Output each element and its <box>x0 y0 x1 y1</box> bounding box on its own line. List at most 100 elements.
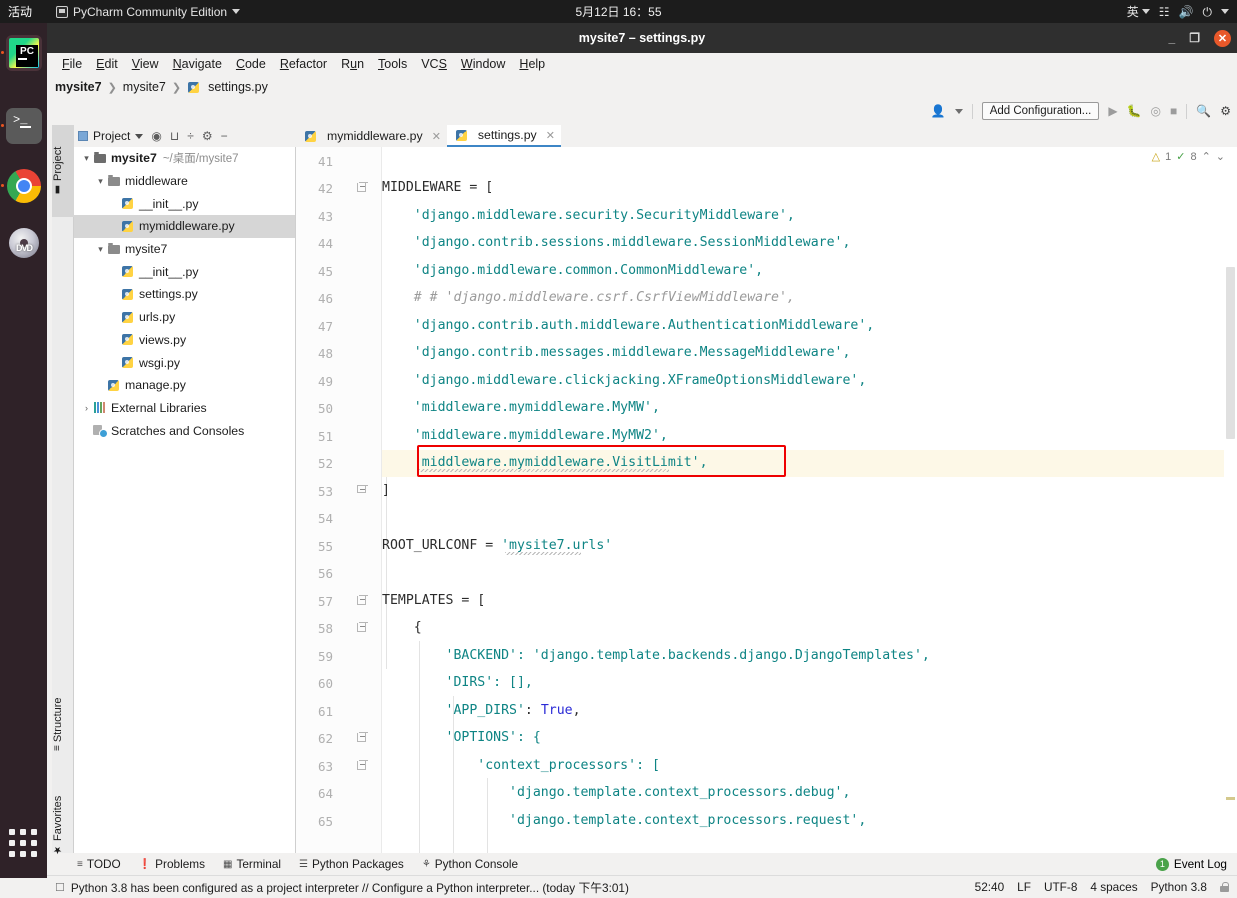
debug-icon[interactable]: 🐛 <box>1127 104 1142 118</box>
network-icon[interactable]: ☷ <box>1159 6 1170 18</box>
tool-button-terminal[interactable]: ▦ Terminal <box>223 857 281 871</box>
collapse-all-icon[interactable]: ⊔ <box>170 129 179 143</box>
chevron-down-icon[interactable]: ▾ <box>80 153 93 164</box>
breadcrumb-item-0[interactable]: mysite7 <box>55 80 102 94</box>
tree-row-middleware[interactable]: ▾ middleware <box>74 170 295 193</box>
close-button[interactable]: ✕ <box>1214 29 1231 47</box>
menu-navigate[interactable]: Navigate <box>166 55 229 73</box>
menu-file[interactable]: File <box>55 55 89 73</box>
chevron-down-icon[interactable] <box>135 133 144 139</box>
search-icon[interactable]: 🔍 <box>1196 104 1211 118</box>
code-content[interactable]: MIDDLEWARE = [ 'django.middleware.securi… <box>382 147 1237 853</box>
menu-help[interactable]: Help <box>512 55 552 73</box>
menu-window[interactable]: Window <box>454 55 512 73</box>
chevron-down-icon[interactable]: ▾ <box>94 244 107 255</box>
volume-icon[interactable]: 🔊 <box>1179 6 1194 18</box>
tree-row-init-py-2[interactable]: __init__.py <box>74 260 295 283</box>
editor-scrollbar[interactable] <box>1224 147 1237 853</box>
run-icon[interactable]: ▶ <box>1108 104 1117 118</box>
chevron-right-icon[interactable]: › <box>80 403 93 413</box>
tree-row-scratches[interactable]: Scratches and Consoles <box>74 419 295 442</box>
input-method-indicator[interactable]: 英 <box>1127 6 1150 18</box>
line-number: 64 <box>317 786 333 801</box>
gear-icon[interactable]: ⚙ <box>202 129 213 143</box>
caret-position[interactable]: 52:40 <box>975 880 1005 894</box>
breadcrumb-item-1[interactable]: mysite7 <box>123 80 166 94</box>
dock-item-chrome[interactable] <box>6 168 42 204</box>
dock-item-pycharm[interactable]: PC <box>6 35 42 71</box>
fold-marker[interactable] <box>357 732 368 744</box>
scrollbar-thumb[interactable] <box>1226 267 1235 439</box>
menu-code[interactable]: Code <box>229 55 273 73</box>
tool-button-python-packages[interactable]: ☰ Python Packages <box>299 857 404 871</box>
intention-bulb-icon[interactable] <box>368 454 379 467</box>
expand-icon[interactable]: ÷ <box>187 129 194 143</box>
tree-row-mysite7[interactable]: ▾ mysite7 ~/桌面/mysite7 <box>74 147 295 170</box>
fold-marker[interactable] <box>357 622 368 634</box>
tree-row-settings-py[interactable]: settings.py <box>74 283 295 306</box>
show-applications-button[interactable] <box>9 829 39 859</box>
event-log-button[interactable]: 1 Event Log <box>1155 853 1227 875</box>
menu-tools[interactable]: Tools <box>371 55 414 73</box>
dock-item-dvd[interactable]: DVD <box>6 226 42 262</box>
next-problem-icon[interactable]: ⌄ <box>1216 150 1225 163</box>
fold-marker[interactable] <box>357 595 368 607</box>
tree-row-mysite7-pkg[interactable]: ▾ mysite7 <box>74 238 295 261</box>
lock-icon[interactable] <box>1220 882 1229 892</box>
close-icon[interactable]: ✕ <box>432 130 441 143</box>
add-configuration-button[interactable]: Add Configuration... <box>981 102 1100 120</box>
tool-button-python-console[interactable]: ⚘ Python Console <box>422 857 518 871</box>
fold-marker[interactable] <box>357 182 368 194</box>
tree-row-wsgi-py[interactable]: wsgi.py <box>74 351 295 374</box>
maximize-button[interactable]: ❐ <box>1189 31 1200 45</box>
tree-row-init-py-1[interactable]: __init__.py <box>74 192 295 215</box>
power-icon[interactable]: ⏻ <box>1203 6 1213 18</box>
chevron-down-icon[interactable] <box>954 108 963 114</box>
hide-icon[interactable]: − <box>221 129 228 143</box>
chevron-down-icon[interactable] <box>1221 9 1229 14</box>
minimize-button[interactable]: _ <box>1169 31 1176 45</box>
user-avatar-icon[interactable]: 👤 <box>931 104 946 118</box>
dock-item-terminal[interactable]: >_ <box>6 108 42 144</box>
editor-gutter[interactable]: 41 42 43 44 45 46 47 48 49 50 51 52 53 5… <box>296 147 382 853</box>
tool-tab-structure[interactable]: ≡ Structure <box>52 675 74 773</box>
editor-tab-mymiddleware[interactable]: mymiddleware.py ✕ <box>296 125 447 147</box>
menu-refactor[interactable]: Refactor <box>273 55 334 73</box>
scrollbar-marker[interactable] <box>1226 797 1235 800</box>
breadcrumb-item-2[interactable]: settings.py <box>208 80 268 94</box>
menu-run[interactable]: Run <box>334 55 371 73</box>
tree-row-external-libraries[interactable]: › External Libraries <box>74 397 295 420</box>
project-tree[interactable]: ▾ mysite7 ~/桌面/mysite7 ▾ middleware __in… <box>74 147 296 853</box>
line-separator[interactable]: LF <box>1017 880 1031 894</box>
left-tool-strip: ▮ Project ≡ Structure ★ Favorites <box>52 125 74 855</box>
tree-row-manage-py[interactable]: manage.py <box>74 374 295 397</box>
project-panel-title[interactable]: Project <box>93 129 130 143</box>
code-editor[interactable]: △ 1 ✓ 8 ⌃ ⌄ 41 42 43 44 45 46 47 48 49 5… <box>296 147 1237 853</box>
tree-row-mymiddleware-py[interactable]: mymiddleware.py <box>74 215 295 238</box>
editor-tab-settings[interactable]: settings.py ✕ <box>446 125 561 147</box>
coverage-icon[interactable]: ◎ <box>1151 104 1161 118</box>
indent-setting[interactable]: 4 spaces <box>1090 880 1137 894</box>
interpreter-selector[interactable]: Python 3.8 <box>1151 880 1207 894</box>
tree-row-views-py[interactable]: views.py <box>74 329 295 352</box>
file-encoding[interactable]: UTF-8 <box>1044 880 1077 894</box>
clock[interactable]: 5月12日 16：55 <box>0 3 1237 20</box>
line-number: 44 <box>317 236 333 251</box>
menu-view[interactable]: View <box>125 55 166 73</box>
status-message[interactable]: Python 3.8 has been configured as a proj… <box>71 879 629 896</box>
fold-marker[interactable] <box>357 760 368 772</box>
close-icon[interactable]: ✕ <box>546 129 555 142</box>
tree-row-urls-py[interactable]: urls.py <box>74 306 295 329</box>
stop-icon[interactable]: ■ <box>1170 104 1177 118</box>
menu-vcs[interactable]: VCS <box>414 55 454 73</box>
menu-edit[interactable]: Edit <box>89 55 125 73</box>
settings-gear-icon[interactable]: ⚙ <box>1220 104 1231 118</box>
tool-button-problems[interactable]: ❗ Problems <box>139 857 205 871</box>
previous-problem-icon[interactable]: ⌃ <box>1202 150 1211 163</box>
tool-tab-project[interactable]: ▮ Project <box>52 125 74 217</box>
locate-icon[interactable]: ◉ <box>151 129 161 143</box>
fold-marker-end[interactable] <box>357 485 368 496</box>
inspection-widget[interactable]: △ 1 ✓ 8 ⌃ ⌄ <box>1152 150 1225 164</box>
tool-button-todo[interactable]: ≡ TODO <box>77 857 121 871</box>
chevron-down-icon[interactable]: ▾ <box>94 176 107 187</box>
